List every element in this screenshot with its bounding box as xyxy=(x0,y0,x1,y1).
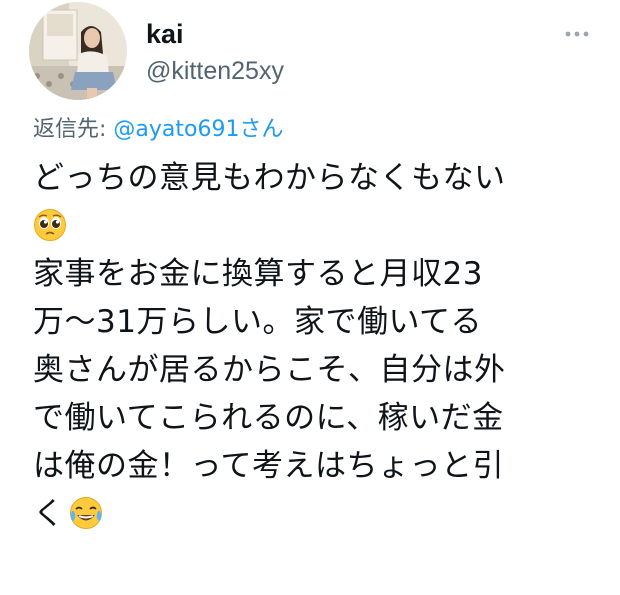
more-options-icon[interactable] xyxy=(564,28,590,40)
reply-mention-link[interactable]: @ayato691さん xyxy=(113,117,283,142)
pleading-face-emoji xyxy=(34,209,66,241)
tweet-text-line: 万〜31万らしい。家で働いてる xyxy=(33,304,483,340)
tears-of-joy-emoji xyxy=(69,497,102,529)
tweet: kai @kitten25xy 返信先: @ayato691さん どっちの意見も… xyxy=(0,0,620,595)
tweet-text-line: は俺の金！って考えはちょっと引 xyxy=(33,448,504,484)
reply-prefix: 返信先: xyxy=(33,117,114,142)
tweet-text-line: 家事をお金に換算すると月収23 xyxy=(33,256,483,292)
tweet-text-line: どっちの意見もわからなくもない xyxy=(33,160,506,196)
user-handle[interactable]: @kitten25xy xyxy=(146,56,284,86)
tweet-text-line: 奥さんが居るからこそ、自分は外 xyxy=(33,352,506,388)
reply-context: 返信先: @ayato691さん xyxy=(33,115,283,145)
display-name[interactable]: kai xyxy=(146,18,184,50)
avatar[interactable] xyxy=(29,2,127,100)
avatar-photo xyxy=(29,2,127,100)
tweet-body: どっちの意見もわからなくもない 家事をお金に換算すると月収23 万〜31万らしい… xyxy=(33,154,593,538)
tweet-text-line xyxy=(33,202,593,250)
tweet-text-fragment: く xyxy=(33,496,65,532)
tweet-text-line: で働いてこられるのに、稼いだ金 xyxy=(33,400,504,436)
tweet-text-line-last: く xyxy=(33,490,593,538)
